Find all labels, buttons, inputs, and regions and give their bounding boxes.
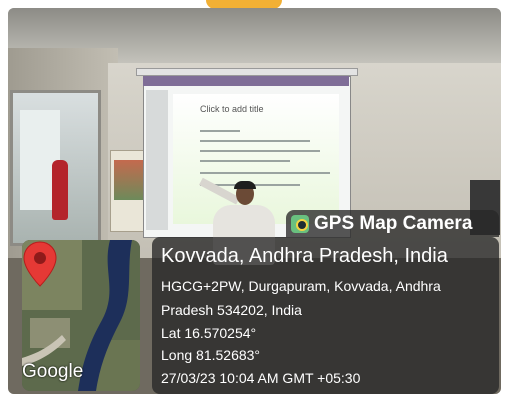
slide-title: Click to add title	[200, 104, 264, 114]
latitude-text: Lat 16.570254°	[161, 325, 257, 341]
projected-toolbar	[143, 76, 349, 86]
geotagged-photo-frame: Click to add title GPS Map Camera Kovvad…	[0, 0, 509, 398]
slide-text-line	[200, 150, 320, 152]
location-overlay: Kovvada, Andhra Pradesh, India HGCG+2PW,…	[152, 237, 499, 394]
camera-lens-icon	[296, 219, 308, 231]
app-name: GPS Map Camera	[314, 213, 473, 234]
slide-text-line	[200, 160, 290, 162]
notice-board-poster	[114, 160, 144, 200]
address-line-2: Pradesh 534202, India	[161, 302, 302, 318]
projected-slide-panel	[146, 90, 168, 230]
longitude-text: Long 81.52683°	[161, 347, 261, 363]
projector-screen-rail	[136, 68, 358, 76]
datetime-text: 27/03/23 10:04 AM GMT +05:30	[161, 370, 361, 386]
slide-text-line	[200, 140, 310, 142]
camera-location-icon	[291, 215, 309, 233]
map-thumbnail: Google	[22, 240, 140, 391]
fire-extinguisher	[52, 160, 68, 220]
presenter-cap	[234, 181, 256, 189]
location-title: Kovvada, Andhra Pradesh, India	[161, 245, 448, 267]
location-pin-icon	[23, 241, 57, 287]
app-badge: GPS Map Camera	[286, 210, 499, 237]
map-provider-logo: Google	[22, 361, 84, 382]
slide-text-line	[200, 172, 330, 174]
address-line-1: HGCG+2PW, Durgapuram, Kovvada, Andhra	[161, 278, 441, 294]
slide-text-line	[200, 130, 240, 132]
